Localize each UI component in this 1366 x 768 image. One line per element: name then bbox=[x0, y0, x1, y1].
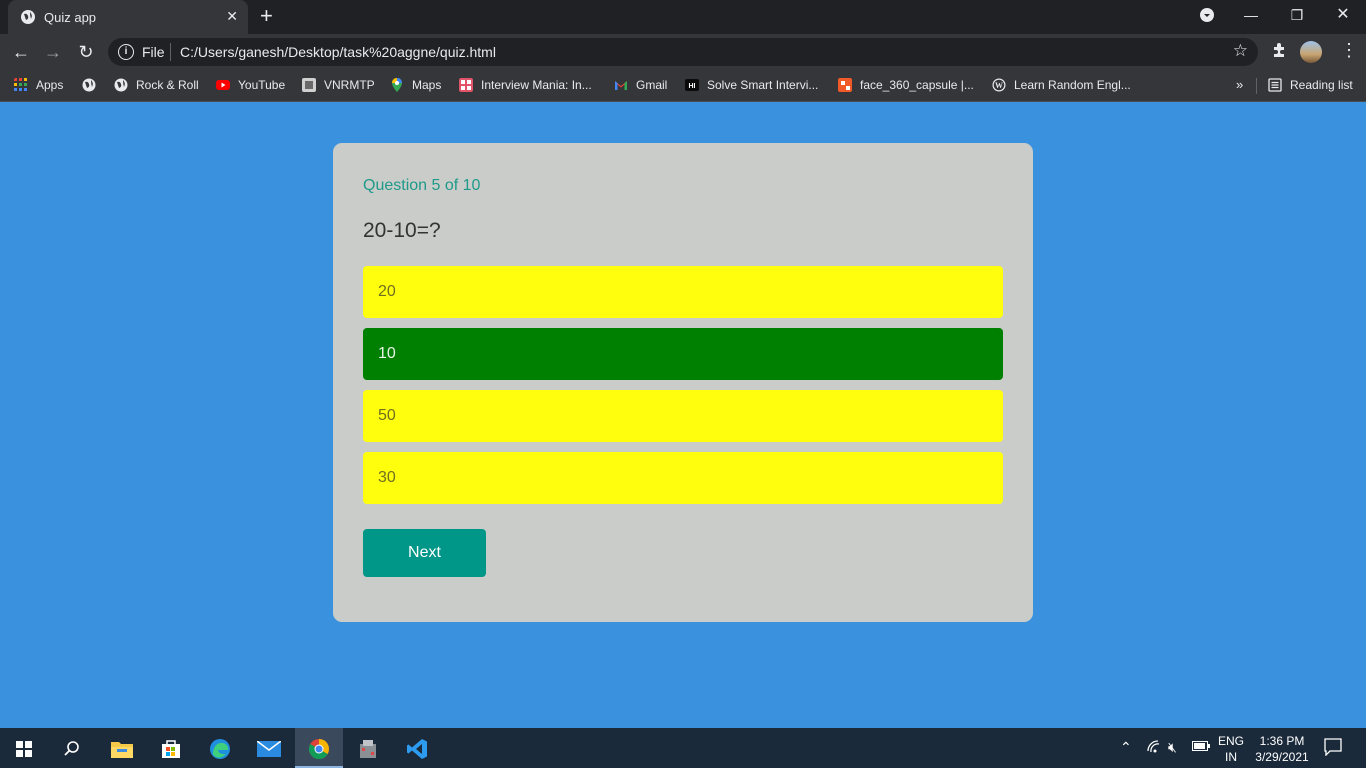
globe-icon bbox=[21, 10, 35, 24]
bookmark-solve-smart[interactable]: HI Solve Smart Intervi... bbox=[685, 77, 818, 95]
microsoft-store-icon[interactable] bbox=[147, 728, 195, 768]
scheme-label: File bbox=[142, 44, 165, 60]
tab-quiz-app[interactable]: Quiz app ✕ bbox=[8, 0, 248, 34]
bookmark-label: face_360_capsule |... bbox=[860, 78, 974, 92]
answer-option[interactable]: 50 bbox=[363, 390, 1003, 442]
app-icon[interactable] bbox=[344, 728, 392, 768]
info-icon[interactable]: i bbox=[118, 44, 134, 60]
wordpress-icon: W bbox=[992, 78, 1006, 92]
show-hidden-icons[interactable]: ⌃ bbox=[1120, 739, 1132, 768]
youtube-icon bbox=[216, 80, 230, 90]
answer-option[interactable]: 20 bbox=[363, 266, 1003, 318]
face-capsule-icon bbox=[838, 78, 852, 92]
file-explorer-icon[interactable] bbox=[98, 728, 146, 768]
apps-grid-icon bbox=[14, 78, 27, 91]
bookmark-learn-random-english[interactable]: W Learn Random Engl... bbox=[992, 77, 1131, 95]
bookmark-label: Solve Smart Intervi... bbox=[707, 78, 819, 92]
gmail-icon bbox=[615, 81, 627, 90]
edge-browser-icon[interactable] bbox=[196, 728, 244, 768]
next-button[interactable]: Next bbox=[363, 529, 486, 577]
back-icon[interactable]: ← bbox=[9, 40, 33, 64]
vnrmtp-icon bbox=[302, 78, 316, 92]
bookmark-label: Interview Mania: In... bbox=[481, 78, 592, 92]
volume-muted-icon[interactable]: 🔇︎ bbox=[1168, 739, 1177, 768]
bookmark-interview-mania[interactable]: Interview Mania: In... bbox=[459, 77, 592, 95]
bookmark-label: Learn Random Engl... bbox=[1014, 78, 1131, 92]
bookmark-youtube[interactable]: YouTube bbox=[216, 77, 285, 95]
more-bookmarks-button[interactable]: » bbox=[1236, 77, 1243, 95]
close-icon[interactable]: ✕ bbox=[226, 8, 238, 25]
restore-icon[interactable]: ❐ bbox=[1274, 0, 1320, 30]
windows-taskbar: ⌃ 🔇︎ ENG IN 1:36 PM 3/29/2021 bbox=[0, 728, 1366, 768]
globe-icon bbox=[114, 78, 128, 92]
maps-pin-icon bbox=[392, 78, 402, 92]
globe-icon bbox=[82, 78, 96, 92]
quiz-card: Question 5 of 10 20-10=? 20 10 50 30 Nex… bbox=[333, 143, 1033, 622]
language-indicator[interactable]: ENG IN bbox=[1218, 733, 1244, 768]
language-code: ENG bbox=[1218, 734, 1245, 748]
svg-text:W: W bbox=[995, 81, 1003, 90]
tab-title: Quiz app bbox=[44, 10, 97, 25]
answer-option[interactable]: 30 bbox=[363, 452, 1003, 504]
bookmark-globe[interactable] bbox=[82, 77, 96, 95]
new-tab-button[interactable]: + bbox=[260, 5, 273, 27]
bookmark-label: VNRMTP bbox=[324, 78, 375, 92]
bookmark-face-capsule[interactable]: face_360_capsule |... bbox=[838, 77, 974, 95]
bookmark-maps[interactable]: Maps bbox=[390, 77, 441, 95]
bookmark-vnrmtp[interactable]: VNRMTP bbox=[302, 77, 375, 95]
region-code: IN bbox=[1225, 750, 1237, 764]
minimize-icon[interactable]: — bbox=[1228, 0, 1274, 30]
profile-avatar[interactable] bbox=[1300, 41, 1322, 63]
mail-icon[interactable] bbox=[245, 728, 293, 768]
forward-icon[interactable]: → bbox=[41, 40, 65, 64]
bookmarks-bar: Apps Rock & Roll YouTube VNRMTP Maps Int… bbox=[0, 70, 1366, 102]
extensions-icon[interactable] bbox=[1271, 42, 1287, 63]
bookmark-label: Gmail bbox=[636, 78, 668, 92]
address-bar[interactable]: i File C:/Users/ganesh/Desktop/task%20ag… bbox=[108, 38, 1258, 66]
battery-icon[interactable] bbox=[1192, 740, 1210, 768]
bookmark-label: YouTube bbox=[238, 78, 286, 92]
bookmark-rock-and-roll[interactable]: Rock & Roll bbox=[114, 77, 199, 95]
action-center-icon[interactable] bbox=[1324, 738, 1342, 768]
interview-mania-icon bbox=[459, 78, 473, 92]
bookmark-label: Rock & Roll bbox=[136, 78, 199, 92]
reload-icon[interactable]: ↻ bbox=[74, 40, 98, 64]
reading-list-icon bbox=[1268, 78, 1282, 92]
solve-smart-icon: HI bbox=[685, 79, 699, 91]
question-text: 20-10=? bbox=[363, 219, 441, 242]
clock[interactable]: 1:36 PM 3/29/2021 bbox=[1252, 733, 1312, 768]
clock-date: 3/29/2021 bbox=[1255, 750, 1309, 764]
answer-option-correct[interactable]: 10 bbox=[363, 328, 1003, 380]
bookmark-apps[interactable]: Apps bbox=[14, 77, 63, 95]
tab-search-icon[interactable] bbox=[1184, 0, 1230, 30]
omnibox-divider bbox=[170, 43, 171, 61]
clock-time: 1:36 PM bbox=[1259, 734, 1305, 748]
tab-bar: Quiz app ✕ + — ❐ ✕ bbox=[0, 0, 1366, 34]
search-icon[interactable] bbox=[48, 728, 96, 768]
browser-toolbar: ← → ↻ i File C:/Users/ganesh/Desktop/tas… bbox=[0, 34, 1366, 70]
windows-start-icon[interactable] bbox=[0, 728, 48, 768]
bookmark-gmail[interactable]: Gmail bbox=[614, 77, 667, 95]
chrome-icon[interactable] bbox=[295, 728, 343, 768]
reading-list-button[interactable]: Reading list bbox=[1268, 77, 1353, 95]
vscode-icon[interactable] bbox=[393, 728, 441, 768]
url-text[interactable]: C:/Users/ganesh/Desktop/task%20aggne/qui… bbox=[180, 44, 496, 60]
menu-kebab-icon[interactable]: ⋮ bbox=[1340, 40, 1358, 61]
wifi-icon[interactable] bbox=[1146, 739, 1162, 768]
bookmarks-divider bbox=[1256, 78, 1257, 94]
svg-text:HI: HI bbox=[689, 83, 696, 90]
bookmark-label: Apps bbox=[36, 78, 64, 92]
bookmark-star-icon[interactable]: ☆ bbox=[1233, 41, 1248, 61]
question-counter: Question 5 of 10 bbox=[363, 177, 481, 194]
close-window-icon[interactable]: ✕ bbox=[1320, 0, 1366, 30]
bookmark-label: Maps bbox=[412, 78, 442, 92]
reading-list-label: Reading list bbox=[1290, 78, 1353, 92]
